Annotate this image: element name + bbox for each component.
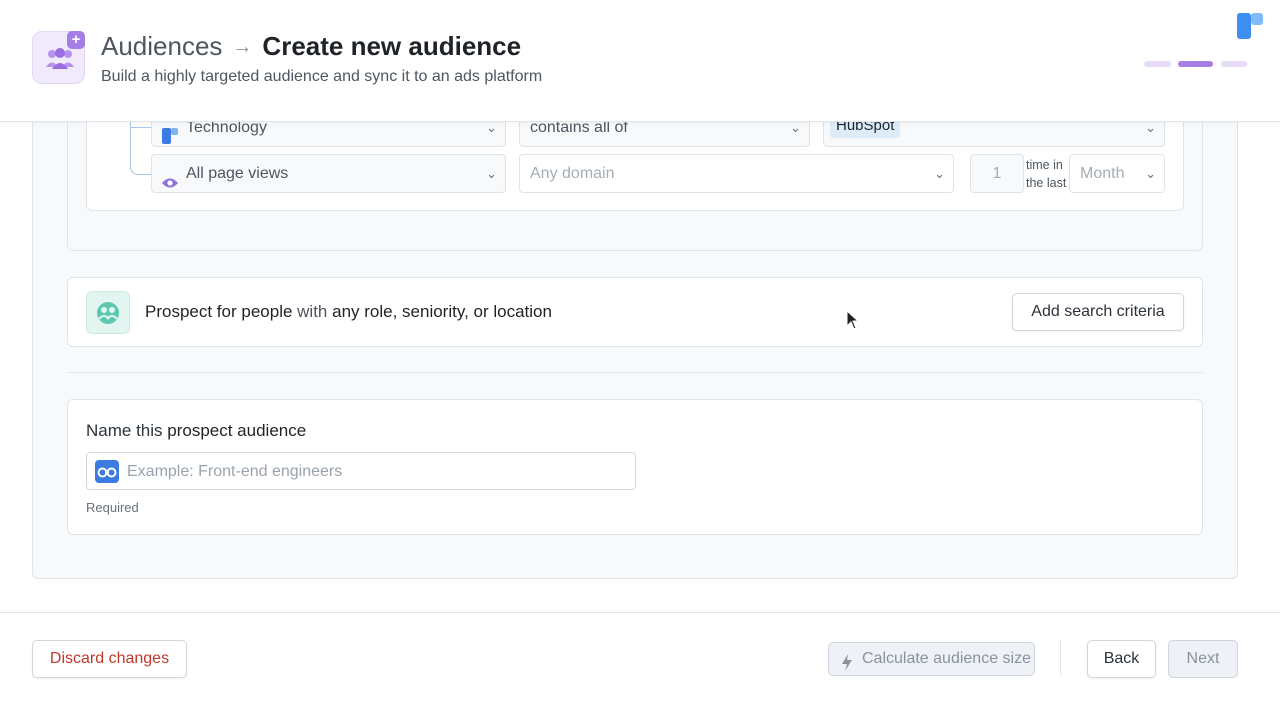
eye-icon [161,167,179,181]
add-badge-icon: + [67,31,85,49]
lightning-icon [841,651,853,683]
required-helper: Required [86,500,139,515]
domain-select[interactable]: Any domain ⌄ [519,154,954,193]
period-select[interactable]: Month ⌄ [1069,154,1165,193]
prospect-text-connector: with [292,302,332,321]
add-search-criteria-button[interactable]: Add search criteria [1012,293,1184,331]
audience-name-placeholder: Example: Front-end engineers [127,463,342,481]
page-title: Create new audience [262,31,521,61]
page-header: + Audiences → Create new audience Build a … [0,0,1280,122]
audience-group-icon: + [32,31,85,84]
back-button[interactable]: Back [1087,640,1156,678]
step-indicator [1144,55,1248,73]
binoculars-icon [95,460,119,483]
breadcrumb-parent[interactable]: Audiences [101,31,222,61]
discard-changes-button[interactable]: Discard changes [32,640,187,678]
time-label-line-2: the last [1026,174,1072,192]
prospect-card: Prospect for people with any role, senio… [67,277,1203,347]
chevron-down-icon: ⌄ [486,155,497,192]
count-input[interactable]: 1 [970,154,1024,193]
mouse-cursor-icon [846,310,860,335]
label-strong: prospect audience [167,421,306,440]
audience-name-card: Name this prospect audience Example: Fro… [67,399,1203,535]
prospect-text-strong: Prospect for people [145,302,292,321]
section-divider [67,372,1203,373]
domain-placeholder: Any domain [530,165,615,182]
rule-tree-branch [130,127,152,128]
audience-name-label: Name this prospect audience [86,421,306,441]
calculate-audience-size-button[interactable]: Calculate audience size [828,642,1035,676]
footer-divider [0,612,1280,613]
time-label-line-1: time in [1026,156,1072,174]
rule-field-label: All page views [186,165,288,182]
arrow-right-icon: → [232,36,252,58]
time-window-label: time in the last [1026,156,1072,192]
chevron-down-icon: ⌄ [934,155,945,192]
label-prefix: Name this [86,421,167,440]
breadcrumb: Audiences → Create new audience [101,30,521,63]
footer-separator [1060,641,1061,675]
audience-name-input[interactable]: Example: Front-end engineers [86,452,636,490]
step-3-dot [1221,61,1247,67]
step-1-dot [1144,61,1171,67]
people-icon [86,291,130,334]
chevron-down-icon: ⌄ [1145,155,1156,192]
step-2-dot-active [1178,61,1213,67]
brand-logo-icon [1237,13,1263,39]
calculate-label: Calculate audience size [862,650,1031,667]
prospect-summary: Prospect for people with any role, senio… [145,302,552,322]
technology-icon [162,121,178,137]
page-subtitle: Build a highly targeted audience and syn… [101,68,542,86]
rule-field-select[interactable]: All page views ⌄ [151,154,506,193]
period-placeholder: Month [1080,165,1124,182]
next-button[interactable]: Next [1168,640,1238,678]
prospect-criteria-summary: any role, seniority, or location [332,302,552,321]
